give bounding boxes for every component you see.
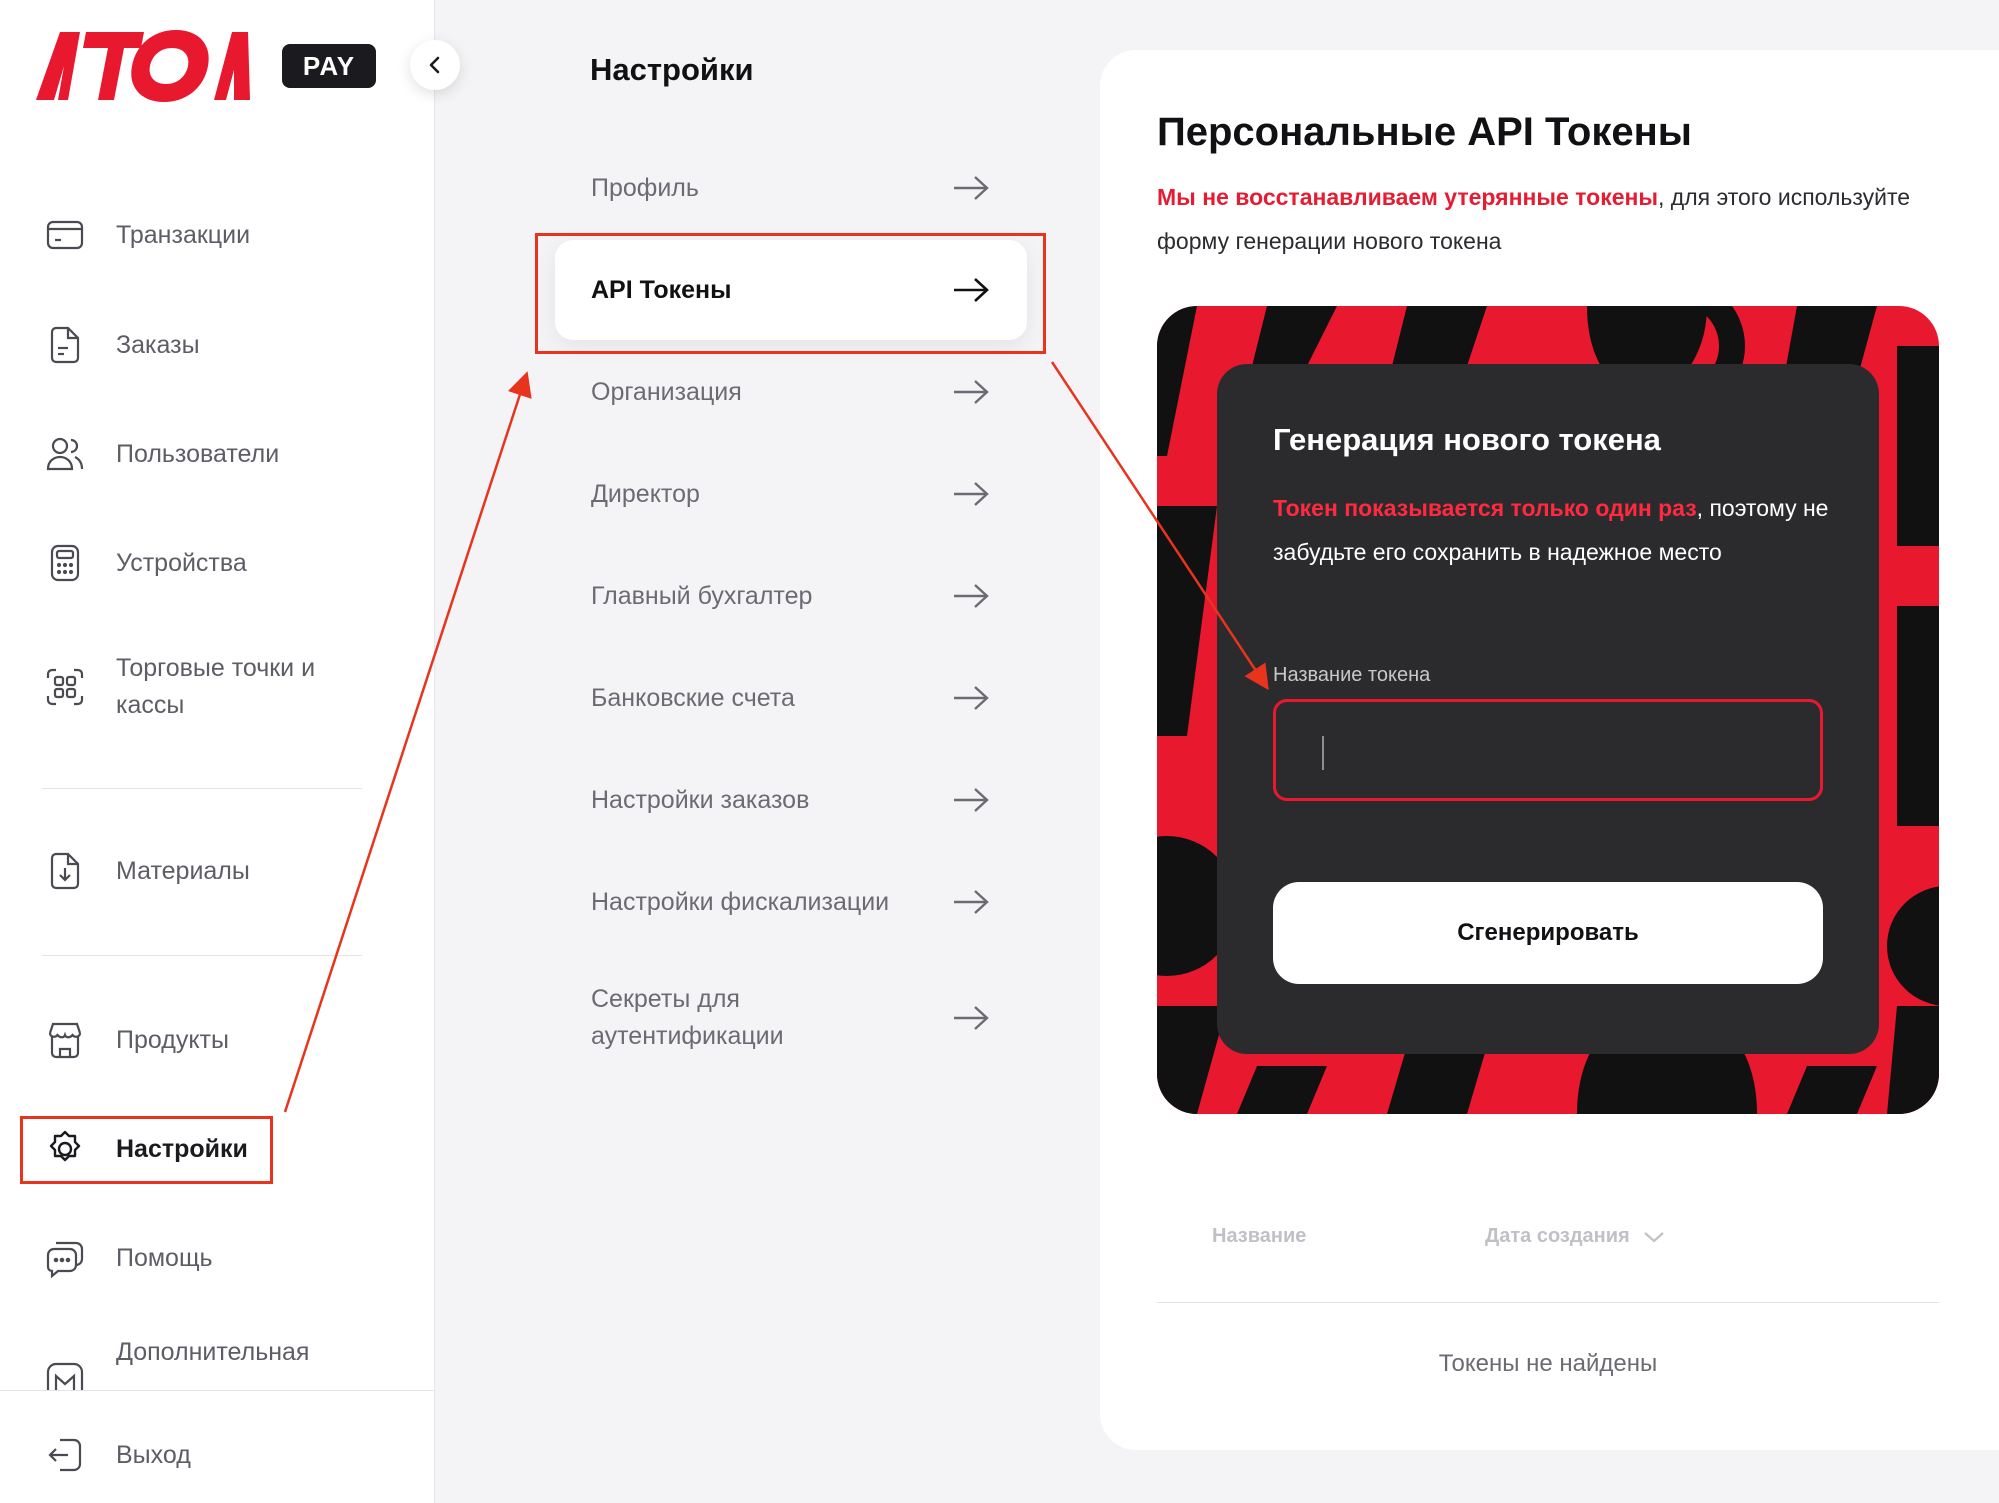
sidebar-item-users[interactable]: Пользователи bbox=[40, 429, 400, 479]
settings-item-label: Директор bbox=[591, 479, 700, 508]
subtitle-warning: Мы не восстанавливаем утерянные токены bbox=[1157, 184, 1659, 210]
sidebar-item-transactions[interactable]: Транзакции bbox=[40, 210, 400, 260]
settings-item-label: Главный бухгалтер bbox=[591, 581, 813, 610]
gear-icon bbox=[40, 1124, 90, 1174]
arrow-right-icon bbox=[951, 377, 991, 407]
sidebar-divider bbox=[42, 955, 362, 956]
sidebar-item-label: Транзакции bbox=[116, 220, 251, 249]
sidebar-item-label: Пользователи bbox=[116, 439, 280, 468]
token-generation-panel: Генерация нового токена Токен показывает… bbox=[1217, 364, 1879, 1054]
sidebar-item-label: Помощь bbox=[116, 1243, 213, 1272]
settings-item-profile[interactable]: Профиль bbox=[555, 138, 1027, 238]
page-title: Персональные API Токены bbox=[1157, 110, 1692, 154]
sidebar-item-stores[interactable]: Торговые точки и кассы bbox=[40, 650, 400, 724]
arrow-right-icon bbox=[951, 275, 991, 305]
sidebar-divider bbox=[42, 788, 362, 789]
settings-item-api-tokens[interactable]: API Токены bbox=[555, 240, 1027, 340]
empty-state-message: Токены не найдены bbox=[1438, 1350, 1658, 1377]
settings-item-label: Профиль bbox=[591, 173, 699, 202]
settings-item-label: Настройки заказов bbox=[591, 785, 810, 814]
arrow-right-icon bbox=[951, 785, 991, 815]
settings-item-organization[interactable]: Организация bbox=[555, 342, 1027, 442]
sidebar-item-materials[interactable]: Материалы bbox=[40, 846, 400, 896]
tokens-table-header: Название Дата создания bbox=[1157, 1225, 1939, 1275]
orders-icon bbox=[40, 320, 90, 370]
atol-logo-graphic bbox=[36, 30, 250, 102]
settings-item-order-settings[interactable]: Настройки заказов bbox=[555, 750, 1027, 850]
sidebar-item-label: Торговые точки и кассы bbox=[116, 654, 316, 719]
table-divider bbox=[1157, 1302, 1939, 1303]
chevron-left-icon bbox=[429, 56, 440, 74]
arrow-right-icon bbox=[951, 1003, 991, 1033]
sidebar-item-orders[interactable]: Заказы bbox=[40, 320, 400, 370]
sidebar-item-more[interactable]: Дополнительная bbox=[40, 1338, 400, 1390]
sidebar-item-label: Продукты bbox=[116, 1025, 229, 1054]
arrow-right-icon bbox=[951, 683, 991, 713]
sidebar-item-label: Заказы bbox=[116, 330, 200, 359]
column-created-header[interactable]: Дата создания bbox=[1485, 1225, 1666, 1248]
arrow-right-icon bbox=[951, 479, 991, 509]
settings-item-label: Организация bbox=[591, 377, 742, 406]
more-icon bbox=[40, 1340, 90, 1390]
arrow-right-icon bbox=[951, 887, 991, 917]
sidebar-item-label: Дополнительная bbox=[116, 1337, 310, 1366]
logout-icon bbox=[40, 1430, 90, 1480]
sidebar-item-label: Устройства bbox=[116, 548, 247, 577]
sidebar-item-label: Материалы bbox=[116, 856, 250, 885]
token-generation-banner: Генерация нового токена Токен показывает… bbox=[1157, 306, 1939, 1114]
products-icon bbox=[40, 1015, 90, 1065]
column-name-header[interactable]: Название bbox=[1212, 1225, 1306, 1248]
token-name-input[interactable] bbox=[1273, 699, 1823, 801]
settings-title: Настройки bbox=[590, 52, 754, 87]
chevron-down-icon bbox=[1644, 1231, 1664, 1242]
settings-item-label: API Токены bbox=[591, 275, 732, 304]
settings-item-label: Настройки фискализации bbox=[591, 887, 890, 916]
sidebar-item-products[interactable]: Продукты bbox=[40, 1015, 400, 1065]
help-chat-icon bbox=[40, 1233, 90, 1283]
pay-badge: PAY bbox=[282, 44, 376, 88]
arrow-right-icon bbox=[951, 173, 991, 203]
column-label: Дата создания bbox=[1485, 1225, 1630, 1247]
panel-description: Токен показывается только один раз, поэт… bbox=[1273, 486, 1833, 574]
atol-logo[interactable] bbox=[36, 30, 256, 102]
generate-button[interactable]: Сгенерировать bbox=[1273, 882, 1823, 984]
page-subtitle: Мы не восстанавливаем утерянные токены, … bbox=[1157, 175, 1917, 263]
sidebar-item-label: Выход bbox=[116, 1440, 191, 1469]
settings-item-label: Банковские счета bbox=[591, 683, 795, 712]
sidebar-divider bbox=[0, 1390, 435, 1391]
settings-item-director[interactable]: Директор bbox=[555, 444, 1027, 544]
materials-icon bbox=[40, 846, 90, 896]
sidebar-item-help[interactable]: Помощь bbox=[40, 1233, 400, 1283]
panel-warning: Токен показывается только один раз bbox=[1273, 495, 1697, 521]
sidebar-item-logout[interactable]: Выход bbox=[40, 1430, 400, 1480]
token-name-label: Название токена bbox=[1273, 664, 1431, 686]
arrow-right-icon bbox=[951, 581, 991, 611]
settings-item-bank-accounts[interactable]: Банковские счета bbox=[555, 648, 1027, 748]
text-caret bbox=[1322, 736, 1324, 770]
stores-icon bbox=[40, 662, 90, 712]
panel-title: Генерация нового токена bbox=[1273, 422, 1661, 457]
transactions-icon bbox=[40, 210, 90, 260]
column-label: Название bbox=[1212, 1225, 1307, 1247]
settings-item-fiscal-settings[interactable]: Настройки фискализации bbox=[555, 852, 1027, 952]
collapse-sidebar-button[interactable] bbox=[410, 40, 460, 90]
sidebar: PAY Транзакции Заказы Пользователи Устро… bbox=[0, 0, 435, 1503]
sidebar-item-label: Настройки bbox=[116, 1134, 248, 1163]
sidebar-item-devices[interactable]: Устройства bbox=[40, 538, 400, 588]
settings-item-auth-secrets[interactable]: Секреты для аутентификации bbox=[555, 960, 1027, 1076]
api-tokens-card: Персональные API Токены Мы не восстанавл… bbox=[1100, 50, 1999, 1450]
settings-item-label: Секреты для аутентификации bbox=[591, 985, 784, 1050]
sidebar-item-settings[interactable]: Настройки bbox=[40, 1124, 400, 1174]
users-icon bbox=[40, 429, 90, 479]
devices-icon bbox=[40, 538, 90, 588]
settings-item-chief-accountant[interactable]: Главный бухгалтер bbox=[555, 546, 1027, 646]
